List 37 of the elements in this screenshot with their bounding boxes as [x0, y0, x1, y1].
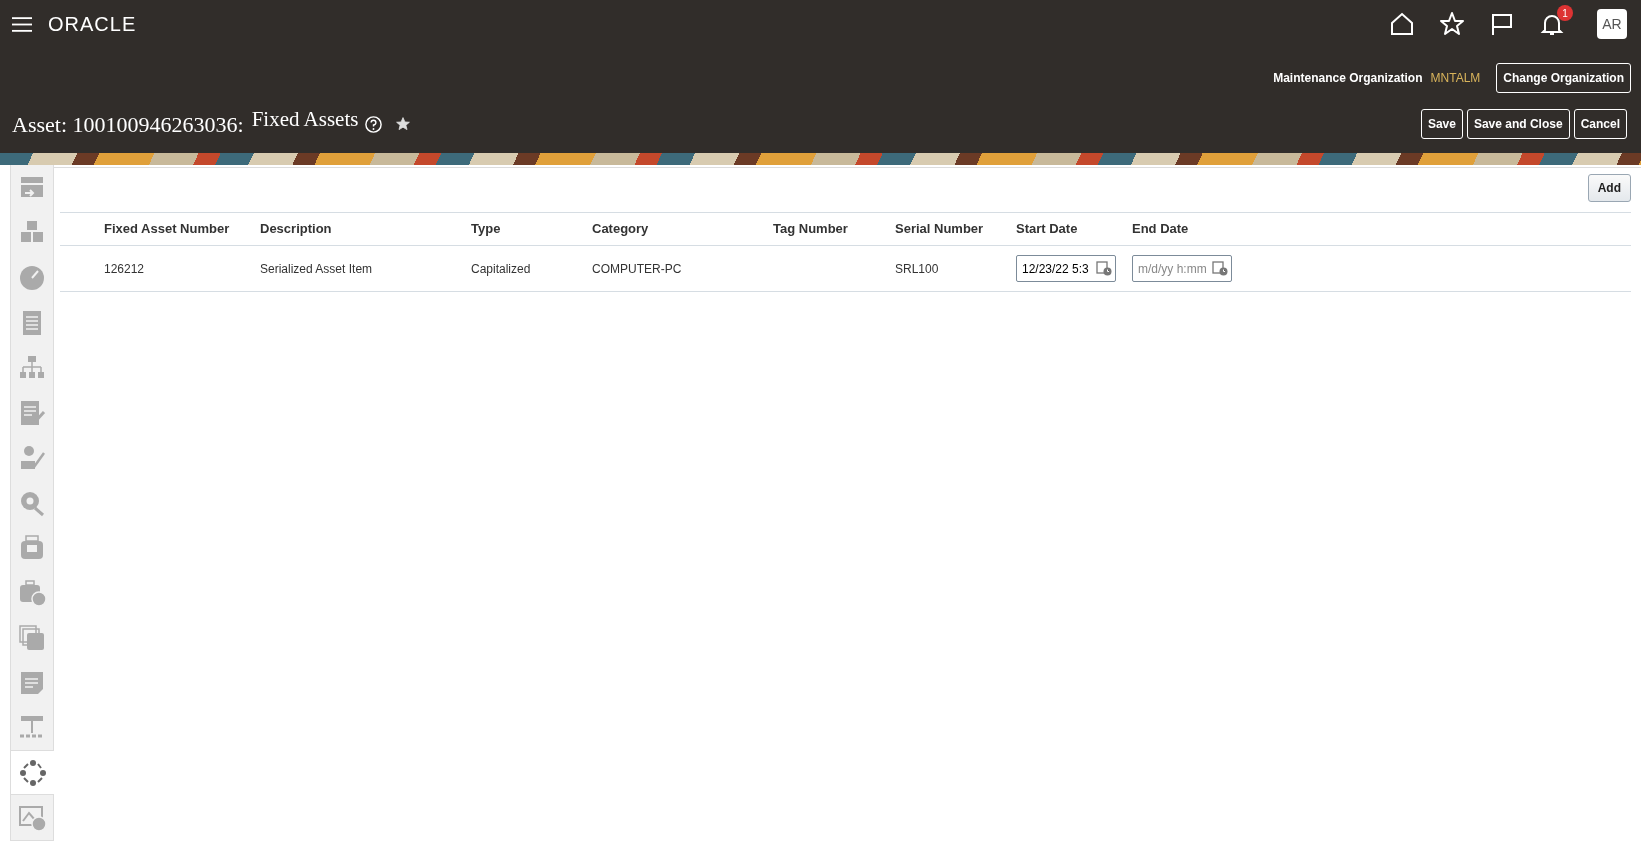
logo[interactable]: ORACLE	[48, 9, 137, 39]
start-date-field[interactable]: 12/23/22 5:3	[1016, 255, 1116, 282]
menu-icon[interactable]	[12, 15, 32, 33]
table-cell: 126212	[96, 245, 252, 292]
flag-icon[interactable]	[1489, 11, 1515, 37]
calendar-clock-icon[interactable]	[1212, 260, 1228, 276]
page-subtitle: Fixed Assets	[251, 106, 359, 134]
user-avatar[interactable]: AR	[1597, 9, 1627, 39]
organization-value: MNTALM	[1430, 70, 1481, 87]
save-and-close-button[interactable]: Save and Close	[1466, 109, 1570, 139]
column-header: End Date	[1124, 212, 1240, 246]
table-cell: COMPUTER-PC	[584, 245, 765, 292]
save-button[interactable]: Save	[1420, 109, 1463, 139]
stacked-pages-icon[interactable]	[17, 622, 47, 653]
cycle-icon[interactable]	[17, 757, 48, 788]
column-header: Fixed Asset Number	[96, 212, 252, 246]
help-icon[interactable]	[364, 114, 384, 134]
column-header: Tag Number	[765, 212, 887, 246]
end-date-field[interactable]: m/d/yy h:mm	[1132, 255, 1232, 282]
column-header: Description	[252, 212, 463, 246]
page-title: Asset: 100100946263036:	[12, 110, 244, 139]
column-header: Category	[584, 212, 765, 246]
table-cell: Capitalized	[463, 245, 584, 292]
add-button[interactable]: Add	[1587, 174, 1631, 202]
cancel-button[interactable]: Cancel	[1573, 109, 1627, 139]
organization-label: Maintenance Organization	[1273, 70, 1423, 87]
star-icon[interactable]	[1439, 11, 1465, 37]
table-cell: SRL100	[887, 245, 1008, 292]
column-header: Serial Number	[887, 212, 1008, 246]
table-cell: Serialized Asset Item	[252, 245, 463, 292]
notification-count: 1	[1557, 5, 1573, 21]
favorite-star-icon[interactable]	[395, 116, 412, 132]
calendar-clock-icon[interactable]	[1096, 260, 1112, 276]
column-header: Type	[463, 212, 584, 246]
home-icon[interactable]	[1389, 11, 1415, 37]
column-header: Start Date	[1008, 212, 1124, 246]
change-organization-button[interactable]: Change Organization	[1496, 63, 1631, 93]
